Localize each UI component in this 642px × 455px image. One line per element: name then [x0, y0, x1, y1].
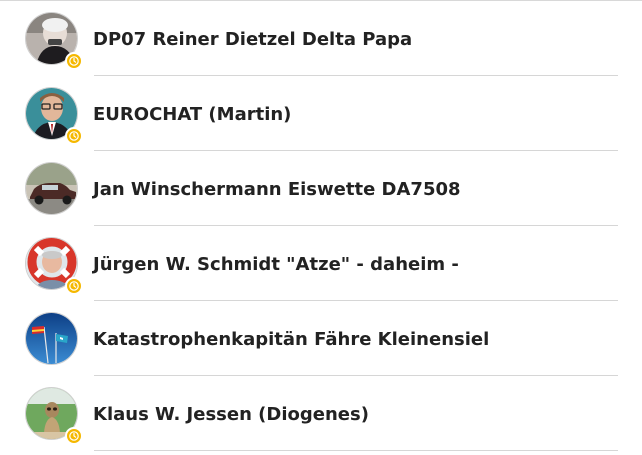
contact-name: Jan Winschermann Eiswette DA7508 [93, 179, 461, 200]
contact-name: DP07 Reiner Dietzel Delta Papa [93, 29, 413, 50]
contact-row[interactable]: Jürgen W. Schmidt "Atze" - daheim - [0, 226, 642, 301]
contact-row[interactable]: EUROCHAT (Martin) [0, 76, 642, 151]
clock-icon [65, 52, 83, 70]
contact-row[interactable]: Katastrophenkapitän Fähre Kleinensiel [0, 301, 642, 376]
avatar[interactable] [25, 162, 78, 215]
contact-row[interactable]: Klaus W. Jessen (Diogenes) [0, 376, 642, 451]
row-divider [94, 450, 618, 451]
contact-row[interactable]: Jan Winschermann Eiswette DA7508 [0, 151, 642, 226]
avatar[interactable] [25, 312, 78, 365]
contact-name: Katastrophenkapitän Fähre Kleinensiel [93, 329, 490, 350]
contact-list: DP07 Reiner Dietzel Delta Papa EUROCHAT … [0, 1, 642, 451]
clock-icon [65, 127, 83, 145]
contact-name: EUROCHAT (Martin) [93, 104, 292, 125]
flags-sky-photo-avatar-icon [26, 313, 77, 364]
vintage-car-photo-avatar-icon [26, 163, 77, 214]
contact-name: Jürgen W. Schmidt "Atze" - daheim - [93, 254, 459, 275]
clock-icon [65, 427, 83, 445]
clock-icon [65, 277, 83, 295]
contact-row[interactable]: DP07 Reiner Dietzel Delta Papa [0, 1, 642, 76]
contact-name: Klaus W. Jessen (Diogenes) [93, 404, 369, 425]
